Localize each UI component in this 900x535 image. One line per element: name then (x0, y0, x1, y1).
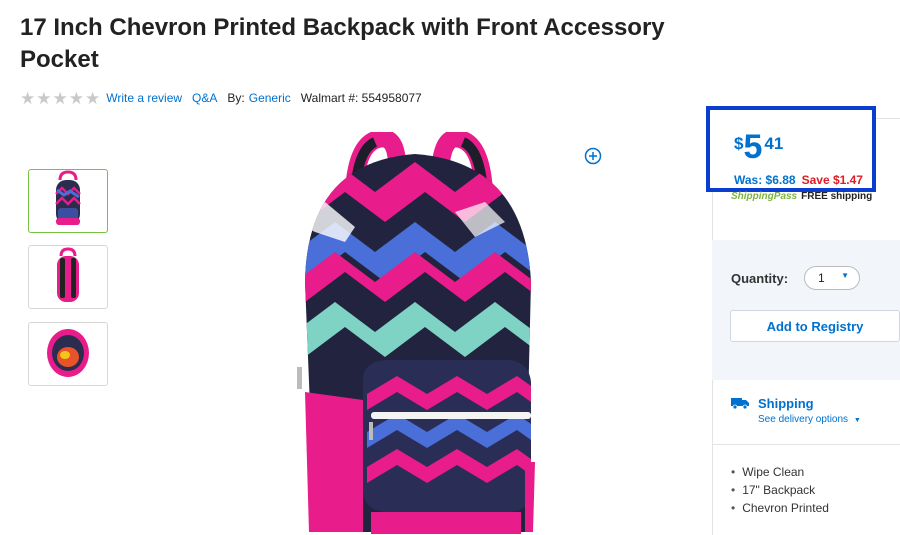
write-review-link[interactable]: Write a review (106, 91, 182, 105)
product-title: 17 Inch Chevron Printed Backpack with Fr… (20, 14, 665, 73)
brand-link[interactable]: Generic (249, 91, 291, 105)
shipping-title[interactable]: Shipping (758, 396, 814, 411)
save-amount: Save $1.47 (801, 173, 863, 187)
free-shipping-label: FREE shipping (801, 191, 873, 202)
product-image (297, 132, 535, 534)
delivery-options-label: See delivery options (758, 414, 849, 425)
rating-stars[interactable]: ★ ★ ★ ★ ★ (20, 90, 100, 107)
item-number: Walmart #: 554958077 (300, 91, 422, 105)
product-meta: ★ ★ ★ ★ ★ Write a review Q&A By: Generic… (20, 89, 422, 107)
shipping-pass-logo: ShippingPass (731, 191, 798, 202)
divider (712, 444, 900, 445)
thumbnail-back[interactable] (28, 245, 108, 309)
shipping-pass-row: ShippingPass FREE shipping (731, 191, 872, 202)
star-icon: ★ (85, 88, 101, 108)
price-highlight: $5 41 Was: $6.88 Save $1.47 (706, 106, 876, 192)
feature-list: Wipe Clean 17" Backpack Chevron Printed (731, 463, 829, 517)
quantity-label: Quantity: (731, 271, 789, 286)
feature-item: 17" Backpack (731, 481, 829, 499)
star-icon: ★ (68, 88, 84, 108)
qa-link[interactable]: Q&A (192, 91, 217, 105)
star-icon: ★ (20, 88, 36, 108)
truck-icon (731, 398, 749, 409)
price-cents: 41 (764, 134, 784, 153)
price-dollars: 5 (743, 128, 763, 166)
buybox-border-top (876, 118, 900, 119)
thumbnail-open[interactable] (28, 322, 108, 386)
chevron-down-icon: ▼ (853, 417, 861, 424)
feature-item: Wipe Clean (731, 463, 829, 481)
chevron-down-icon: ▼ (841, 271, 849, 280)
current-price: $5 41 (734, 130, 783, 164)
star-icon: ★ (36, 88, 52, 108)
zoom-plus-icon[interactable] (584, 147, 602, 165)
thumbnail-front[interactable] (28, 169, 108, 233)
by-label: By: (227, 91, 245, 105)
quantity-select[interactable]: 1 ▼ (804, 266, 860, 290)
price-currency: $ (734, 134, 744, 153)
delivery-options-link[interactable]: See delivery options ▼ (758, 414, 861, 425)
was-price: Was: $6.88 (734, 173, 796, 187)
quantity-value: 1 (818, 271, 825, 285)
star-icon: ★ (52, 88, 68, 108)
was-price-row: Was: $6.88 Save $1.47 (734, 173, 863, 187)
add-to-registry-button[interactable]: Add to Registry (730, 310, 900, 342)
feature-item: Chevron Printed (731, 499, 829, 517)
